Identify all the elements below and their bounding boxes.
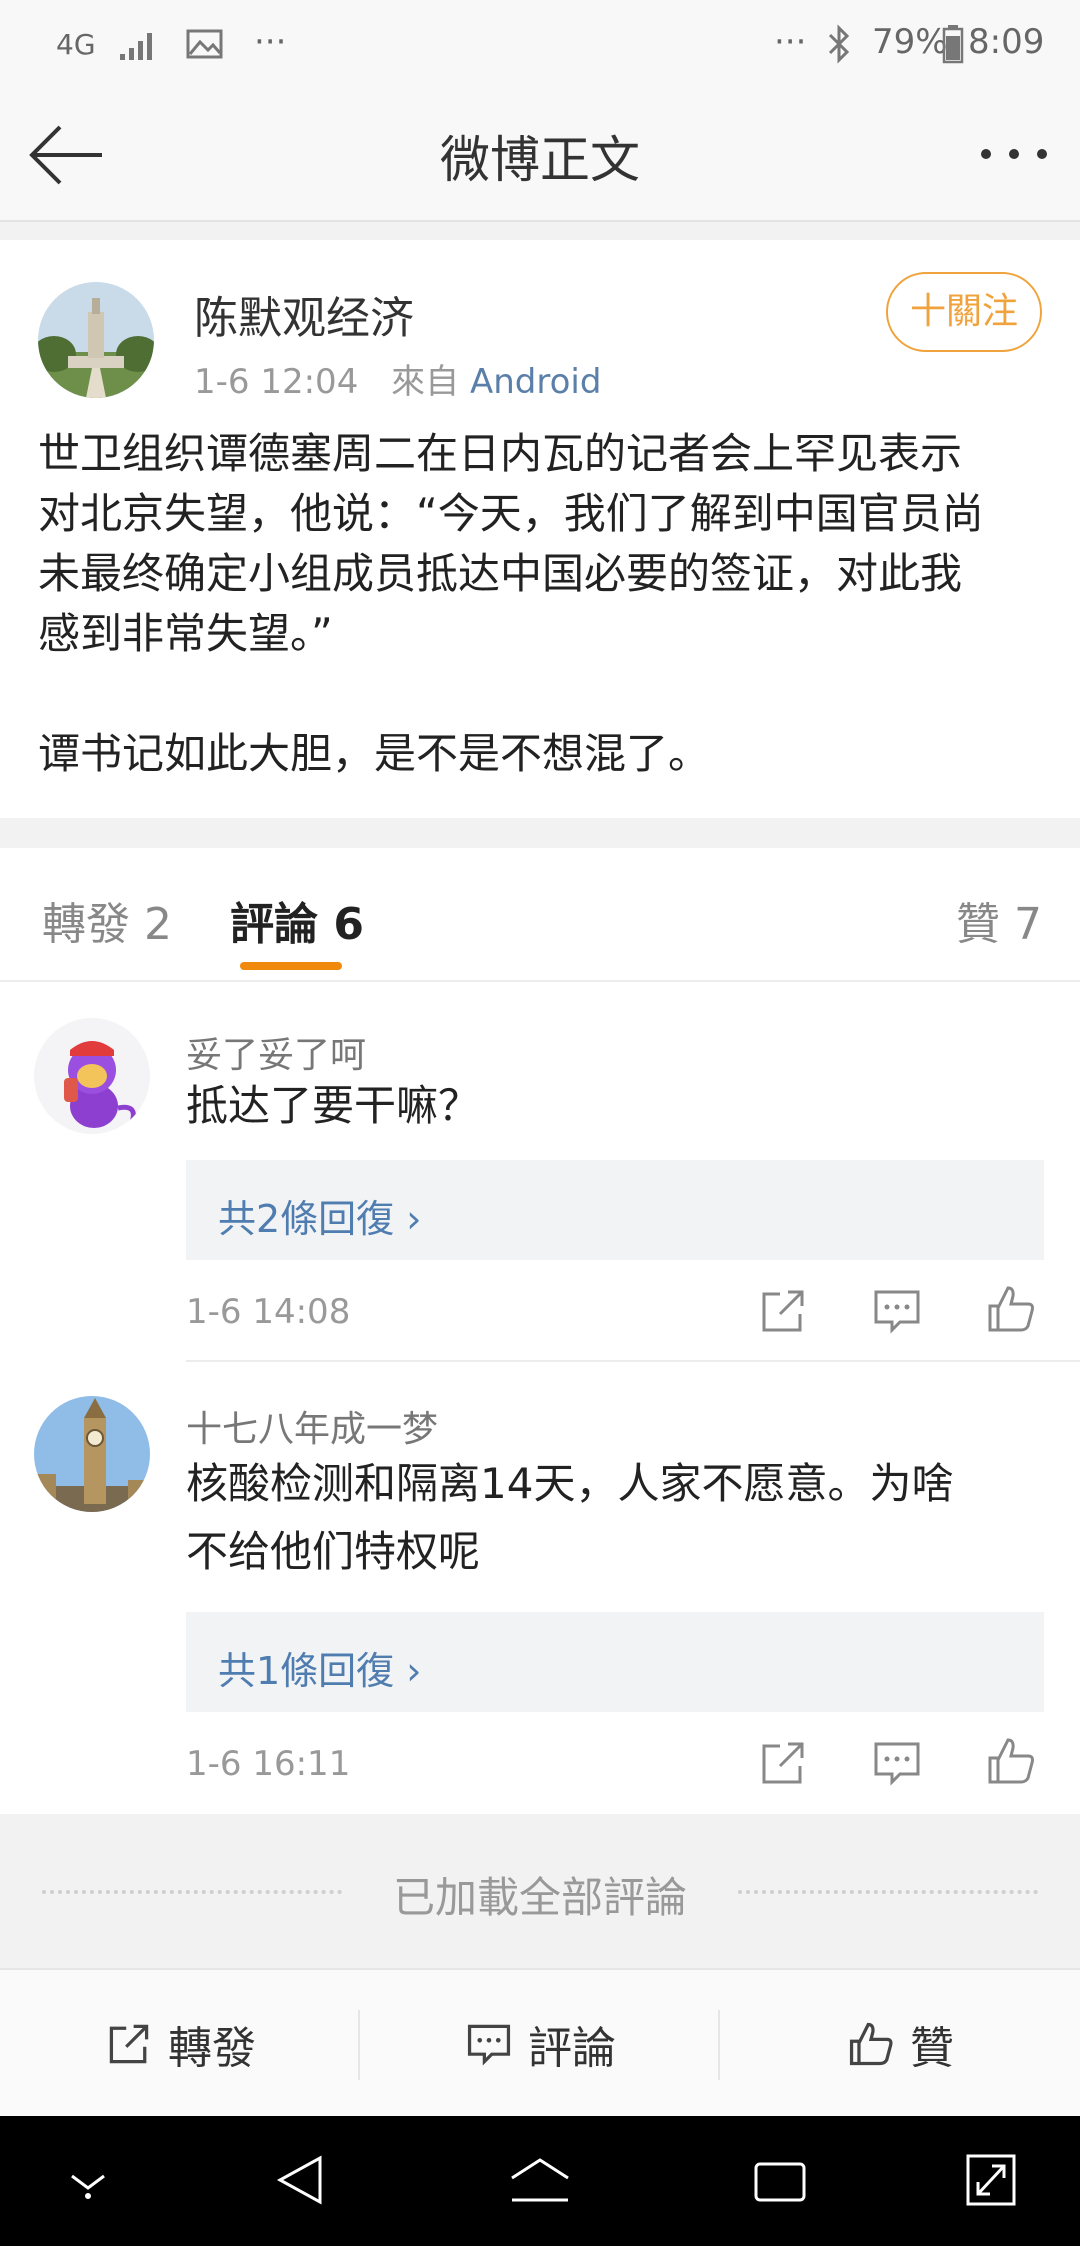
post-tabs: 轉發 2 評論 6 贊 7 — [0, 848, 1080, 982]
clock: 8:09 — [968, 22, 1045, 62]
tab-repost[interactable]: 轉發 2 — [42, 888, 172, 952]
post-text-line: 未最终确定小组成员抵达中国必要的签证，对此我 — [38, 549, 963, 598]
nav-home-icon[interactable] — [508, 2156, 572, 2206]
nav-recents-icon[interactable] — [752, 2156, 808, 2206]
reply-count-link[interactable]: 共2條回復 › — [218, 1188, 421, 1243]
commenter-name[interactable]: 十七八年成一梦 — [186, 1400, 438, 1452]
status-bar: 4G ··· ··· 79% 8:09 — [0, 0, 1080, 90]
post-time: 1-6 12:04 — [194, 362, 359, 402]
page-title: 微博正文 — [440, 131, 640, 189]
comment-text-line: 不给他们特权呢 — [186, 1527, 481, 1576]
nav-dismiss-icon[interactable] — [64, 2162, 112, 2202]
reply-summary[interactable]: 共2條回復 › — [186, 1160, 1044, 1260]
commenter-avatar[interactable] — [34, 1018, 150, 1134]
like-button[interactable]: 贊 — [720, 1970, 1080, 2118]
more-notifications: ··· — [254, 22, 287, 62]
post-content: 世卫组织谭德塞周二在日内瓦的记者会上罕见表示 对北京失望，他说：“今天，我们了解… — [38, 424, 1048, 784]
comment-text: 抵达了要干嘛？ — [186, 1081, 481, 1130]
author-avatar[interactable] — [38, 282, 154, 398]
signal-icon — [120, 33, 152, 60]
comment-list: 妥了妥了呵 抵达了要干嘛？ 共2條回復 › 1-6 14:08 十七八年成一梦 … — [0, 982, 1080, 1814]
nav-back-icon[interactable] — [274, 2152, 326, 2208]
bottom-action-bar: 轉發 評論 贊 — [0, 1968, 1080, 2118]
loaded-all-text: 已加載全部評論 — [392, 1873, 687, 1922]
post-text-line: 感到非常失望。” — [38, 609, 333, 658]
active-tab-indicator — [240, 962, 342, 970]
share-icon[interactable] — [756, 1284, 810, 1338]
repost-label: 轉發 — [168, 2023, 256, 2074]
repost-button[interactable]: 轉發 — [0, 1970, 360, 2118]
like-icon[interactable] — [984, 1282, 1038, 1336]
comment-time: 1-6 14:08 — [186, 1292, 351, 1332]
comment-label: 評論 — [528, 2023, 616, 2074]
repost-icon — [109, 2024, 149, 2064]
like-label: 贊 — [910, 2023, 954, 2074]
source-prefix: 來自 — [391, 362, 460, 402]
commenter-name[interactable]: 妥了妥了呵 — [186, 1026, 366, 1078]
more-dots-icon[interactable] — [976, 142, 1056, 166]
system-nav-bar — [0, 2116, 1080, 2246]
comment-text: 核酸检测和隔离14天，人家不愿意。为啥 不给他们特权呢 — [186, 1450, 953, 1586]
post-source[interactable]: Android — [470, 362, 601, 402]
post-text-line: 对北京失望，他说：“今天，我们了解到中国官员尚 — [38, 489, 984, 538]
tab-comments[interactable]: 評論 6 — [230, 888, 364, 952]
share-icon[interactable] — [756, 1736, 810, 1790]
follow-button[interactable]: 十關注 — [886, 272, 1042, 352]
author-name[interactable]: 陈默观经济 — [194, 282, 414, 346]
like-icon[interactable] — [984, 1734, 1038, 1788]
reply-count-link[interactable]: 共1條回復 › — [218, 1640, 421, 1695]
app-header: 微博正文 — [0, 90, 1080, 222]
comment-divider — [186, 1360, 1080, 1362]
comment-icon[interactable] — [870, 1736, 924, 1790]
more-status: ··· — [774, 22, 807, 62]
network-indicator: 4G — [56, 28, 96, 61]
reply-summary[interactable]: 共1條回復 › — [186, 1612, 1044, 1712]
commenter-avatar[interactable] — [34, 1396, 150, 1512]
comment-icon — [467, 2024, 511, 2066]
divider-dots — [738, 1890, 1038, 1894]
bluetooth-icon — [828, 24, 850, 64]
comment-time: 1-6 16:11 — [186, 1744, 351, 1784]
nav-expand-icon[interactable] — [964, 2152, 1018, 2208]
all-comments-loaded: 已加載全部評論 — [0, 1816, 1080, 1966]
like-icon — [849, 2022, 893, 2066]
post-text-line: 谭书记如此大胆，是不是不想混了。 — [38, 729, 711, 778]
comment-text-line: 核酸检测和隔离14天，人家不愿意。为啥 — [186, 1459, 954, 1508]
battery-icon — [942, 25, 964, 64]
tab-likes[interactable]: 贊 7 — [956, 888, 1042, 952]
post-meta: 1-6 12:04 來自 Android — [194, 354, 601, 403]
post-text-line: 世卫组织谭德塞周二在日内瓦的记者会上罕见表示 — [38, 429, 963, 478]
comment-button[interactable]: 評論 — [360, 1970, 720, 2118]
image-icon — [186, 29, 223, 59]
comment-icon[interactable] — [870, 1284, 924, 1338]
battery-percent: 79% — [872, 22, 948, 62]
